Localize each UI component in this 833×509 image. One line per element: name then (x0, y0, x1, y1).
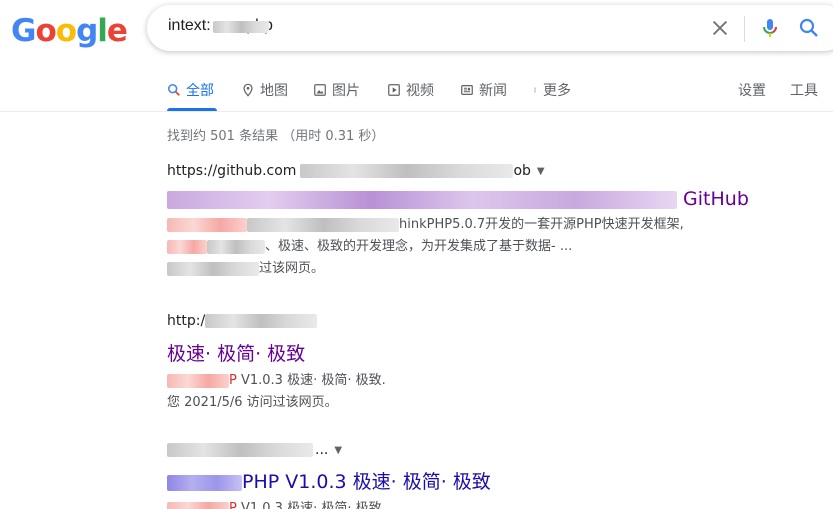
google-logo[interactable]: Google (11, 13, 128, 49)
result-stats: 找到约 501 条结果 （用时 0.31 秒） (167, 129, 385, 144)
divider (744, 16, 745, 42)
redacted-text (167, 217, 247, 232)
result-url-text: https://github.com (167, 163, 297, 179)
search-tabs: 全部 地图 图片 视频 新闻 更多 设置 工具 (0, 72, 833, 112)
redacted-text (167, 239, 207, 254)
logo-letter: l (97, 13, 108, 49)
tab-maps[interactable]: 地图 (241, 80, 288, 100)
caret-down-icon[interactable]: ▼ (334, 445, 342, 456)
search-icon[interactable] (797, 16, 821, 40)
redacted-text (247, 217, 399, 232)
redacted-text (207, 239, 265, 254)
result-url-tail: ... (315, 442, 329, 458)
tab-label: 更多 (543, 83, 571, 99)
active-tab-indicator (167, 108, 217, 111)
search-result: https://github.com ob ▼ GitHub hinkPHP5.… (167, 163, 787, 280)
search-box[interactable] (147, 5, 833, 51)
logo-letter: G (11, 13, 36, 49)
result-url[interactable]: ... ▼ (167, 442, 787, 458)
visit-note: 您 2021/5/6 访问过该网页。 (167, 395, 338, 410)
tab-label: 视频 (406, 83, 434, 99)
caret-down-icon[interactable]: ▼ (537, 166, 545, 177)
result-title[interactable]: PHP V1.0.3 极速· 极简· 极致 (167, 467, 787, 494)
search-icon (167, 83, 180, 96)
tab-label: 设置 (738, 83, 766, 99)
news-icon (461, 85, 473, 95)
logo-letter: o (35, 13, 56, 49)
redacted-text (167, 474, 242, 491)
tab-label: 新闻 (479, 83, 507, 99)
mic-icon[interactable] (758, 16, 782, 40)
snippet-highlight: P (229, 373, 237, 388)
snippet-line: V1.0.3 极速· 极简· 极致. (236, 373, 386, 388)
snippet-line: hinkPHP5.0.7开发的一套开源PHP快速开发框架, (399, 217, 684, 232)
result-snippet: hinkPHP5.0.7开发的一套开源PHP快速开发框架, 、极速、极致的开发理… (167, 214, 787, 280)
result-url-tail: ob (513, 163, 531, 179)
search-result: ... ▼ PHP V1.0.3 极速· 极简· 极致 P V1.0.3 极速·… (167, 442, 787, 509)
snippet-highlight: P (229, 501, 237, 509)
redacted-text (167, 261, 259, 276)
tab-news[interactable]: 新闻 (460, 80, 507, 100)
result-url[interactable]: https://github.com ob ▼ (167, 163, 787, 179)
redacted-text (167, 190, 677, 209)
tab-all[interactable]: 全部 (167, 80, 214, 100)
result-title[interactable]: GitHub (167, 188, 787, 210)
image-icon (314, 84, 326, 96)
snippet-line: 、极速、极致的开发理念，为开发集成了基于数据- ... (265, 239, 573, 254)
redacted-query (213, 21, 269, 33)
tab-label: 图片 (332, 83, 360, 99)
result-title-text: PHP V1.0.3 极速· 极简· 极致 (242, 471, 491, 493)
close-icon[interactable] (709, 17, 731, 39)
result-url-text: http:/ (167, 313, 206, 329)
tab-label: 地图 (260, 83, 288, 99)
search-result: http:/ 极速· 极简· 极致 P V1.0.3 极速· 极简· 极致. 您… (167, 313, 787, 414)
result-url[interactable]: http:/ (167, 313, 787, 329)
snippet-line: V1.0.3 极速· 极简· 极致. (236, 501, 386, 509)
tab-settings[interactable]: 设置 (738, 80, 766, 100)
redacted-text (167, 501, 229, 509)
more-vert-icon (534, 87, 536, 93)
result-snippet: P V1.0.3 极速· 极简· 极致. 您 2021/5/6 访问过该网页。 (167, 370, 787, 414)
tab-label: 全部 (186, 83, 214, 99)
tab-tools[interactable]: 工具 (790, 80, 818, 100)
tab-label: 工具 (790, 83, 818, 99)
map-pin-icon (243, 83, 253, 97)
logo-letter: e (106, 13, 128, 49)
tab-more[interactable]: 更多 (532, 80, 571, 100)
tab-images[interactable]: 图片 (313, 80, 360, 100)
redacted-text (300, 164, 514, 178)
redacted-text (167, 443, 313, 457)
tab-videos[interactable]: 视频 (387, 80, 434, 100)
redacted-text (167, 373, 229, 388)
video-icon (388, 84, 400, 96)
result-title-tail: GitHub (683, 188, 749, 210)
snippet-line: 过该网页。 (259, 261, 325, 276)
logo-letter: o (55, 13, 77, 49)
result-snippet: P V1.0.3 极速· 极简· 极致. (167, 498, 787, 509)
result-title[interactable]: 极速· 极简· 极致 (167, 339, 787, 366)
redacted-text (205, 314, 318, 328)
logo-letter: g (76, 13, 98, 49)
